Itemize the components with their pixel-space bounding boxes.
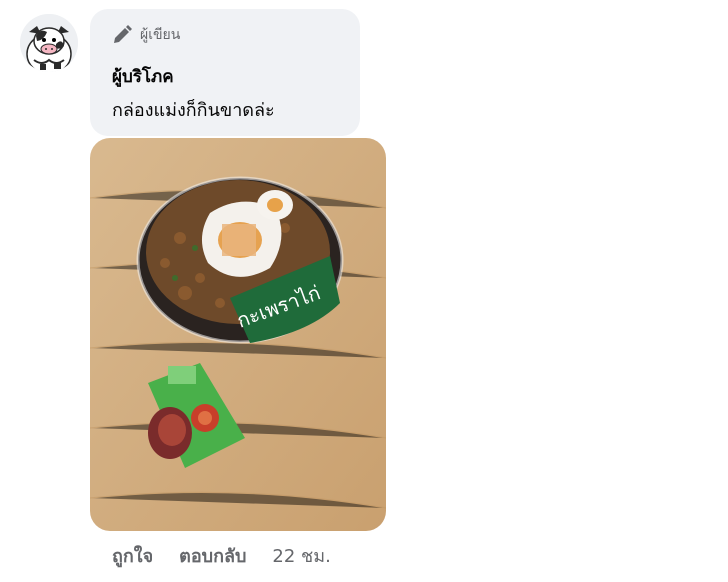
like-button[interactable]: ถูกใจ — [112, 541, 153, 570]
avatar[interactable] — [20, 14, 78, 72]
comment-bubble: ผู้เขียน ผู้บริโภค กล่องแม่งก็กินขาดล่ะ — [90, 9, 360, 136]
comment-author[interactable]: ผู้บริโภค — [112, 63, 174, 90]
reply-button[interactable]: ตอบกลับ — [179, 541, 246, 570]
author-badge: ผู้เขียน — [110, 23, 180, 47]
comment-actions: ถูกใจ ตอบกลับ 22 ชม. — [112, 542, 331, 568]
comment-photo[interactable]: กะเพราไก่ — [90, 138, 386, 531]
pencil-icon — [114, 25, 132, 43]
cow-avatar-icon — [20, 14, 78, 72]
author-badge-label: ผู้เขียน — [140, 27, 181, 43]
comment-timestamp[interactable]: 22 ชม. — [272, 541, 330, 570]
comment-text: กล่องแม่งก็กินขาดล่ะ — [112, 100, 275, 121]
food-photo-image: กะเพราไก่ — [90, 138, 386, 531]
